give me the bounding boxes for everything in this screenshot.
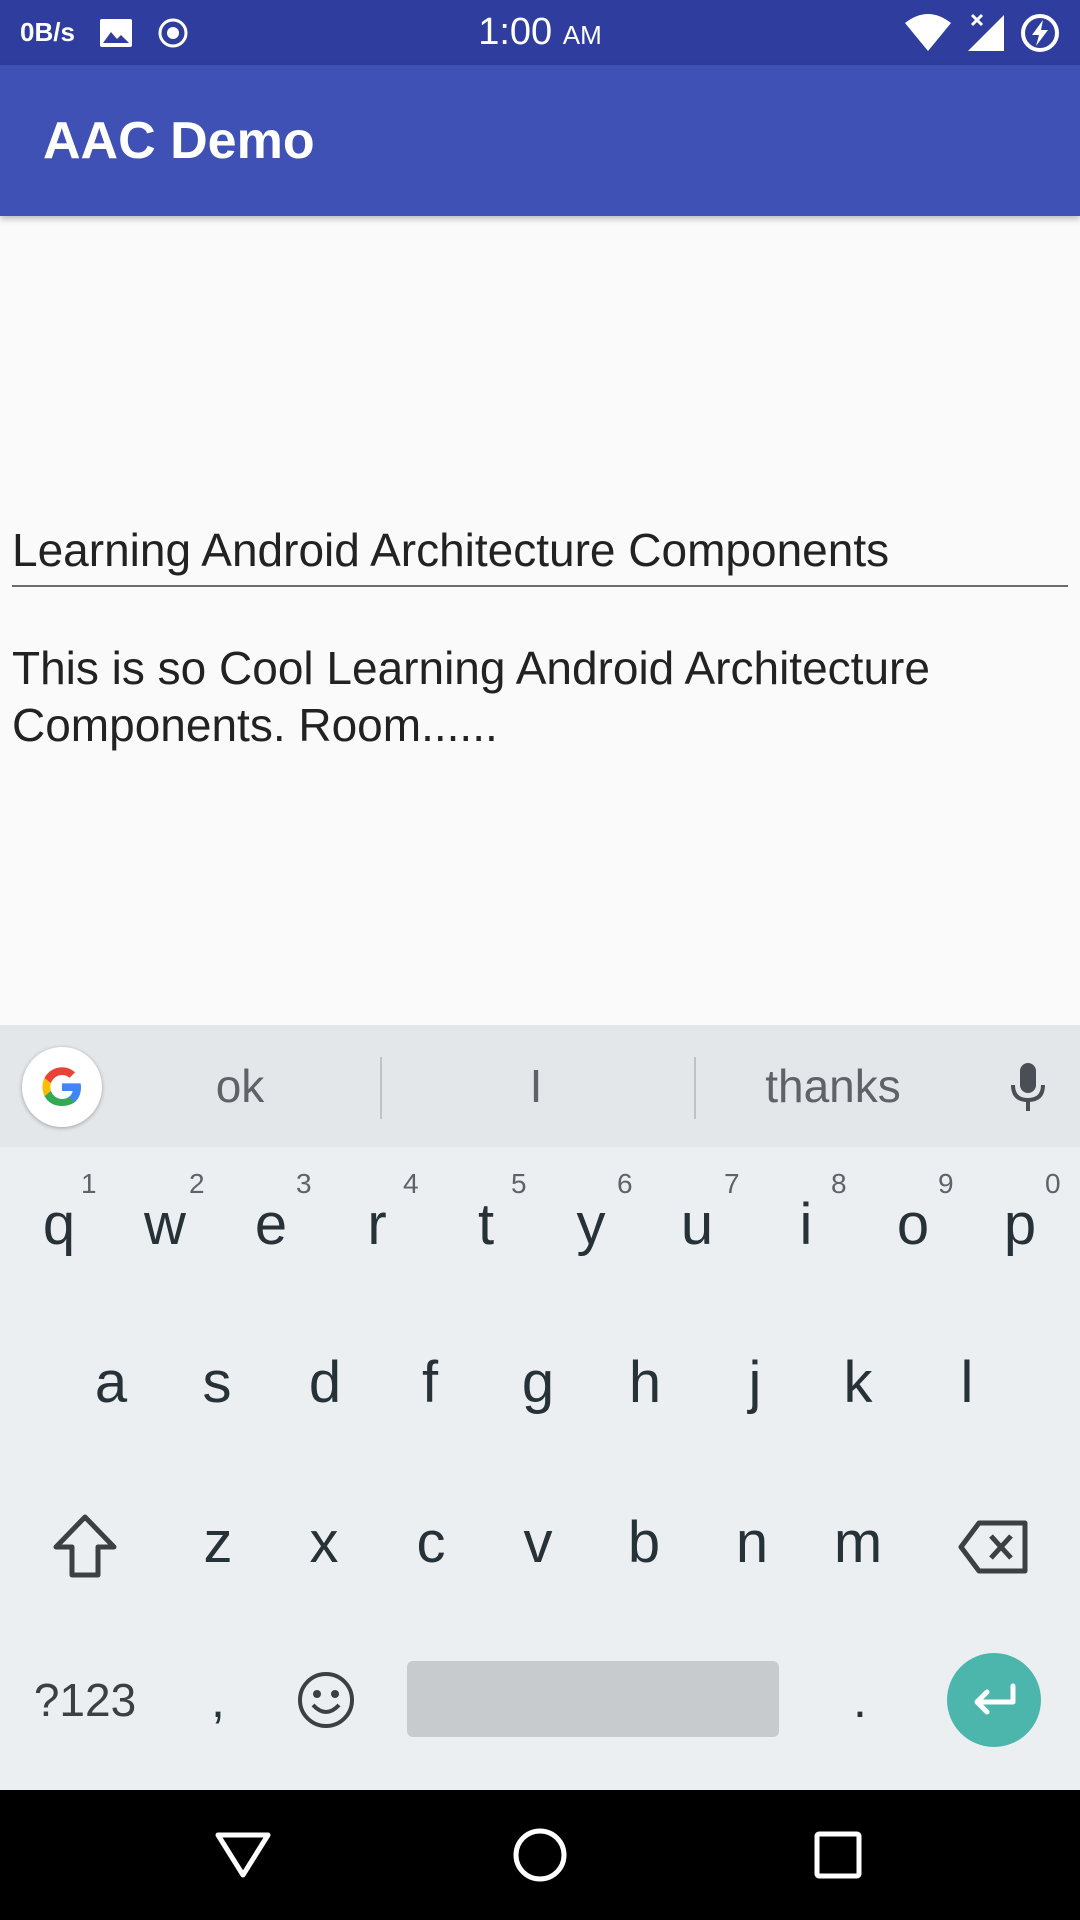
suggestion-divider xyxy=(380,1057,382,1119)
wifi-icon xyxy=(905,13,951,51)
shift-icon[interactable] xyxy=(50,1513,120,1579)
key-x[interactable]: x xyxy=(274,1488,374,1598)
key-j[interactable]: j xyxy=(705,1328,805,1438)
key-hint-1: 1 xyxy=(81,1168,97,1199)
app-bar: AAC Demo xyxy=(0,65,1080,216)
space-key[interactable] xyxy=(407,1661,779,1737)
key-hint-3: 3 xyxy=(296,1168,312,1199)
backspace-icon[interactable] xyxy=(957,1519,1029,1575)
home-circle-icon xyxy=(513,1828,567,1882)
key-b[interactable]: b xyxy=(594,1488,694,1598)
key-hint-0: 0 xyxy=(1045,1168,1061,1199)
enter-button[interactable] xyxy=(947,1653,1041,1747)
key-hint-9: 9 xyxy=(938,1168,954,1199)
google-icon xyxy=(42,1067,81,1106)
key-l[interactable]: l xyxy=(917,1328,1017,1438)
emoji-icon[interactable] xyxy=(296,1670,356,1730)
key-comma[interactable]: , xyxy=(168,1655,268,1745)
mic-icon[interactable] xyxy=(1000,1059,1056,1115)
back-triangle-icon xyxy=(215,1832,271,1878)
clock-time: 1:00 xyxy=(478,11,553,53)
suggestion-bar: ok I thanks xyxy=(0,1025,1080,1147)
key-z[interactable]: z xyxy=(168,1488,268,1598)
status-bar: 0B/s 1:00 AM xyxy=(0,0,1080,65)
key-hint-7: 7 xyxy=(724,1168,740,1199)
key-v[interactable]: v xyxy=(488,1488,588,1598)
key-hint-6: 6 xyxy=(617,1168,633,1199)
key-h[interactable]: h xyxy=(595,1328,695,1438)
back-button[interactable] xyxy=(208,1820,278,1890)
key-k[interactable]: k xyxy=(808,1328,908,1438)
recents-button[interactable] xyxy=(803,1820,873,1890)
key-d[interactable]: d xyxy=(275,1328,375,1438)
key-period[interactable]: . xyxy=(810,1655,910,1745)
key-a[interactable]: a xyxy=(61,1328,161,1438)
clock-ampm: AM xyxy=(562,20,602,50)
key-hint-2: 2 xyxy=(189,1168,205,1199)
enter-icon xyxy=(974,1683,1016,1715)
title-input-value: Learning Android Architecture Components xyxy=(12,524,890,576)
body-input[interactable]: This is so Cool Learning Android Archite… xyxy=(12,640,1062,754)
key-c[interactable]: c xyxy=(381,1488,481,1598)
key-hint-8: 8 xyxy=(831,1168,847,1199)
status-right-icons xyxy=(904,0,1060,65)
key-hint-4: 4 xyxy=(403,1168,419,1199)
suggestion-2[interactable]: I xyxy=(436,1025,636,1147)
title-input[interactable]: Learning Android Architecture Components xyxy=(12,515,1068,587)
key-g[interactable]: g xyxy=(488,1328,588,1438)
google-button[interactable] xyxy=(22,1047,102,1127)
key-s[interactable]: s xyxy=(167,1328,267,1438)
key-hint-5: 5 xyxy=(511,1168,527,1199)
key-n[interactable]: n xyxy=(702,1488,802,1598)
symbols-key[interactable]: ?123 xyxy=(20,1660,150,1740)
key-m[interactable]: m xyxy=(808,1488,908,1598)
suggestion-divider xyxy=(694,1057,696,1119)
recents-square-icon xyxy=(814,1831,862,1879)
navigation-bar xyxy=(0,1790,1080,1920)
key-f[interactable]: f xyxy=(380,1328,480,1438)
suggestion-1[interactable]: ok xyxy=(140,1025,340,1147)
cell-signal-icon xyxy=(968,13,1004,51)
home-button[interactable] xyxy=(505,1820,575,1890)
battery-charging-icon xyxy=(1021,13,1059,52)
app-title: AAC Demo xyxy=(43,112,315,170)
suggestion-3[interactable]: thanks xyxy=(733,1025,933,1147)
